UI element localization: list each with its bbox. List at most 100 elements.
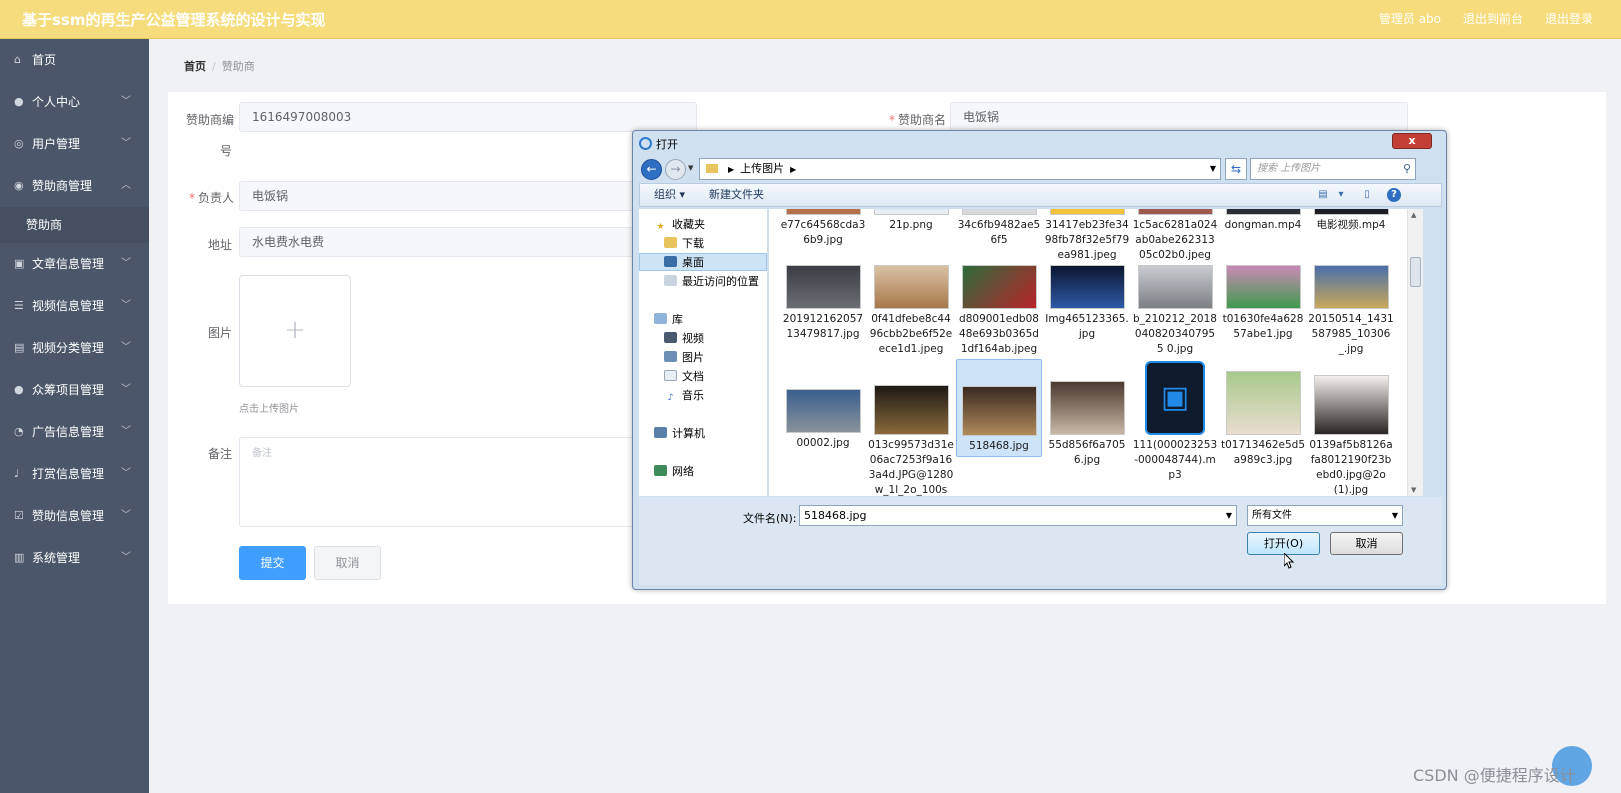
sidebar-item-users[interactable]: ◎ 用户管理 ﹀ bbox=[0, 123, 149, 165]
file-item[interactable]: 34c6fb9482ae56f5 bbox=[956, 209, 1042, 248]
file-item[interactable]: d809001edb0848e693b0365d1df164ab.jpeg bbox=[956, 265, 1042, 357]
sponsor-no-field[interactable]: 1616497008003 bbox=[239, 102, 697, 132]
nav-favorites[interactable]: ★ 收藏夹 bbox=[654, 216, 705, 234]
image-thumbnail bbox=[1049, 265, 1125, 309]
nav-computer[interactable]: 计算机 bbox=[654, 425, 705, 443]
sidebar-item-rewards[interactable]: ♩ 打赏信息管理 ﹀ bbox=[0, 453, 149, 495]
file-name: 20150514_1431587985_10306_.jpg bbox=[1308, 313, 1394, 355]
view-icon[interactable]: ▤ bbox=[1316, 188, 1330, 202]
image-thumbnail bbox=[961, 265, 1037, 309]
file-name: 电影视频.mp4 bbox=[1316, 219, 1386, 231]
file-item[interactable]: 31417eb23fe3498fb78f32e5f79ea981.jpeg bbox=[1044, 209, 1130, 263]
file-item[interactable]: Img465123365.jpg bbox=[1044, 265, 1130, 342]
scroll-up-icon[interactable]: ▲ bbox=[1411, 211, 1416, 219]
nav-music[interactable]: ♪ 音乐 bbox=[664, 387, 704, 405]
address-bar[interactable]: ▶ 上传图片 ▶ ▼ bbox=[699, 158, 1221, 180]
sidebar-item-label: 打赏信息管理 bbox=[32, 467, 105, 481]
scroll-thumb[interactable] bbox=[1410, 257, 1421, 287]
nav-libraries[interactable]: 库 bbox=[654, 311, 683, 329]
file-item[interactable]: 20150514_1431587985_10306_.jpg bbox=[1308, 265, 1394, 357]
preview-pane-icon[interactable]: ▯ bbox=[1360, 188, 1374, 202]
dialog-cancel-button[interactable]: 取消 bbox=[1330, 532, 1403, 555]
nav-pictures[interactable]: 图片 bbox=[664, 349, 704, 367]
file-item[interactable]: t01713462e5d5a989c3.jpg bbox=[1220, 359, 1306, 468]
chevron-down-icon: ﹀ bbox=[121, 510, 131, 521]
file-item-selected[interactable]: 518468.jpg bbox=[956, 359, 1042, 457]
sidebar-item-sponsor-mgmt[interactable]: ◉ 赞助商管理 ︿ bbox=[0, 165, 149, 207]
sidebar-subitem-sponsor[interactable]: 赞助商 bbox=[0, 207, 149, 243]
file-item[interactable]: 0139af5b8126afa8012190f23bebd0.jpg@2o(1)… bbox=[1308, 359, 1394, 496]
sidebar-item-video-categories[interactable]: ▤ 视频分类管理 ﹀ bbox=[0, 327, 149, 369]
sidebar-item-profile[interactable]: ● 个人中心 ﹀ bbox=[0, 81, 149, 123]
sidebar-item-articles[interactable]: ▣ 文章信息管理 ﹀ bbox=[0, 243, 149, 285]
file-item[interactable]: 55d856f6a7056.jpg bbox=[1044, 359, 1130, 468]
remark-textarea[interactable]: 备注 bbox=[239, 437, 639, 527]
sidebar-item-label: 众筹项目管理 bbox=[32, 383, 105, 397]
view-dropdown-icon[interactable]: ▾ bbox=[1334, 188, 1348, 202]
dialog-title: 打开 bbox=[639, 136, 678, 154]
sidebar-item-home[interactable]: ⌂ 首页 bbox=[0, 39, 149, 81]
open-button[interactable]: 打开(O) bbox=[1247, 532, 1320, 555]
nav-desktop[interactable]: 桌面 bbox=[639, 253, 767, 271]
nav-network[interactable]: 网络 bbox=[654, 463, 694, 481]
file-item[interactable]: b_210212_20180408203407955 0.jpg bbox=[1132, 265, 1218, 357]
close-button[interactable]: x bbox=[1392, 133, 1432, 149]
file-item[interactable]: 0f41dfebe8c4496cbb2be6f52eece1d1.jpeg bbox=[868, 265, 954, 357]
submit-button[interactable]: 提交 bbox=[239, 546, 306, 580]
organize-menu[interactable]: 组织 ▾ bbox=[654, 184, 685, 206]
back-button[interactable]: ← bbox=[641, 159, 662, 180]
to-front-link[interactable]: 退出到前台 bbox=[1463, 10, 1523, 27]
history-dropdown-icon[interactable]: ▼ bbox=[688, 164, 693, 172]
sidebar-item-sponsorships[interactable]: ☑ 赞助信息管理 ﹀ bbox=[0, 495, 149, 537]
image-label: 图片 bbox=[208, 326, 233, 340]
video-thumbnail bbox=[1313, 209, 1389, 215]
file-list-scrollbar[interactable]: ▲ ▼ bbox=[1407, 209, 1423, 496]
microphone-icon: ♩ bbox=[14, 467, 20, 480]
file-item[interactable]: 21p.png bbox=[868, 209, 954, 233]
image-thumbnail bbox=[1313, 265, 1389, 309]
nav-downloads[interactable]: 下载 bbox=[664, 235, 704, 253]
dropdown-icon[interactable]: ▼ bbox=[1392, 506, 1398, 525]
dialog-nav-row: ← → ▼ ▶ 上传图片 ▶ ▼ ⇆ 搜索 上传图片 ⚲ bbox=[639, 158, 1439, 182]
nav-recent[interactable]: 最近访问的位置 bbox=[664, 273, 759, 291]
scroll-down-icon[interactable]: ▼ bbox=[1411, 486, 1416, 494]
owner-field[interactable]: 电饭锅 bbox=[239, 181, 639, 211]
address-field[interactable]: 水电费水电费 bbox=[239, 227, 639, 257]
file-item[interactable]: dongman.mp4 bbox=[1220, 209, 1306, 233]
file-item[interactable]: 电影视频.mp4 bbox=[1308, 209, 1394, 233]
dropdown-icon[interactable]: ▼ bbox=[1210, 159, 1216, 179]
sponsor-name-field[interactable]: 电饭锅 bbox=[950, 102, 1408, 132]
cancel-button[interactable]: 取消 bbox=[314, 546, 381, 580]
file-item[interactable]: 013c99573d31e06ac7253f9a163a4d.JPG@1280w… bbox=[868, 359, 954, 496]
file-name: t01713462e5d5a989c3.jpg bbox=[1220, 439, 1306, 466]
checkbox-icon: ☑ bbox=[14, 509, 24, 522]
new-folder-button[interactable]: 新建文件夹 bbox=[709, 184, 764, 206]
sidebar-item-videos[interactable]: ☰ 视频信息管理 ﹀ bbox=[0, 285, 149, 327]
file-item[interactable]: e77c64568cda36b9.jpg bbox=[780, 209, 866, 248]
address-path[interactable]: 上传图片 bbox=[740, 162, 784, 175]
chevron-down-icon: ﹀ bbox=[121, 468, 131, 479]
search-placeholder: 搜索 上传图片 bbox=[1257, 163, 1321, 174]
nav-documents[interactable]: 文档 bbox=[664, 368, 704, 386]
file-item[interactable]: 20191216205713479817.jpg bbox=[780, 265, 866, 342]
breadcrumb-home[interactable]: 首页 bbox=[184, 60, 206, 73]
filetype-select[interactable]: 所有文件 ▼ bbox=[1247, 505, 1403, 526]
help-icon[interactable]: ? bbox=[1387, 188, 1401, 202]
sidebar-item-ads[interactable]: ◔ 广告信息管理 ﹀ bbox=[0, 411, 149, 453]
forward-button[interactable]: → bbox=[665, 159, 686, 180]
dropdown-icon[interactable]: ▼ bbox=[1226, 506, 1232, 525]
sidebar-item-crowdfunding[interactable]: ● 众筹项目管理 ﹀ bbox=[0, 369, 149, 411]
refresh-button[interactable]: ⇆ bbox=[1225, 158, 1247, 180]
file-item[interactable]: 1c5ac6281a024ab0abe26231305c02b0.jpeg bbox=[1132, 209, 1218, 263]
sidebar-item-system[interactable]: ▥ 系统管理 ﹀ bbox=[0, 537, 149, 579]
image-uploader[interactable]: + bbox=[239, 275, 351, 387]
filename-input[interactable]: 518468.jpg ▼ bbox=[799, 505, 1237, 526]
nav-videos[interactable]: 视频 bbox=[664, 330, 704, 348]
search-input[interactable]: 搜索 上传图片 ⚲ bbox=[1250, 158, 1416, 180]
file-item[interactable]: t01630fe4a62857abe1.jpg bbox=[1220, 265, 1306, 342]
file-item[interactable]: 00002.jpg bbox=[780, 359, 866, 451]
file-item[interactable]: ▣ 111(000023253-000048744).mp3 bbox=[1132, 359, 1218, 483]
file-name: dongman.mp4 bbox=[1224, 219, 1302, 231]
computer-icon bbox=[654, 427, 667, 438]
logout-link[interactable]: 退出登录 bbox=[1545, 10, 1593, 27]
